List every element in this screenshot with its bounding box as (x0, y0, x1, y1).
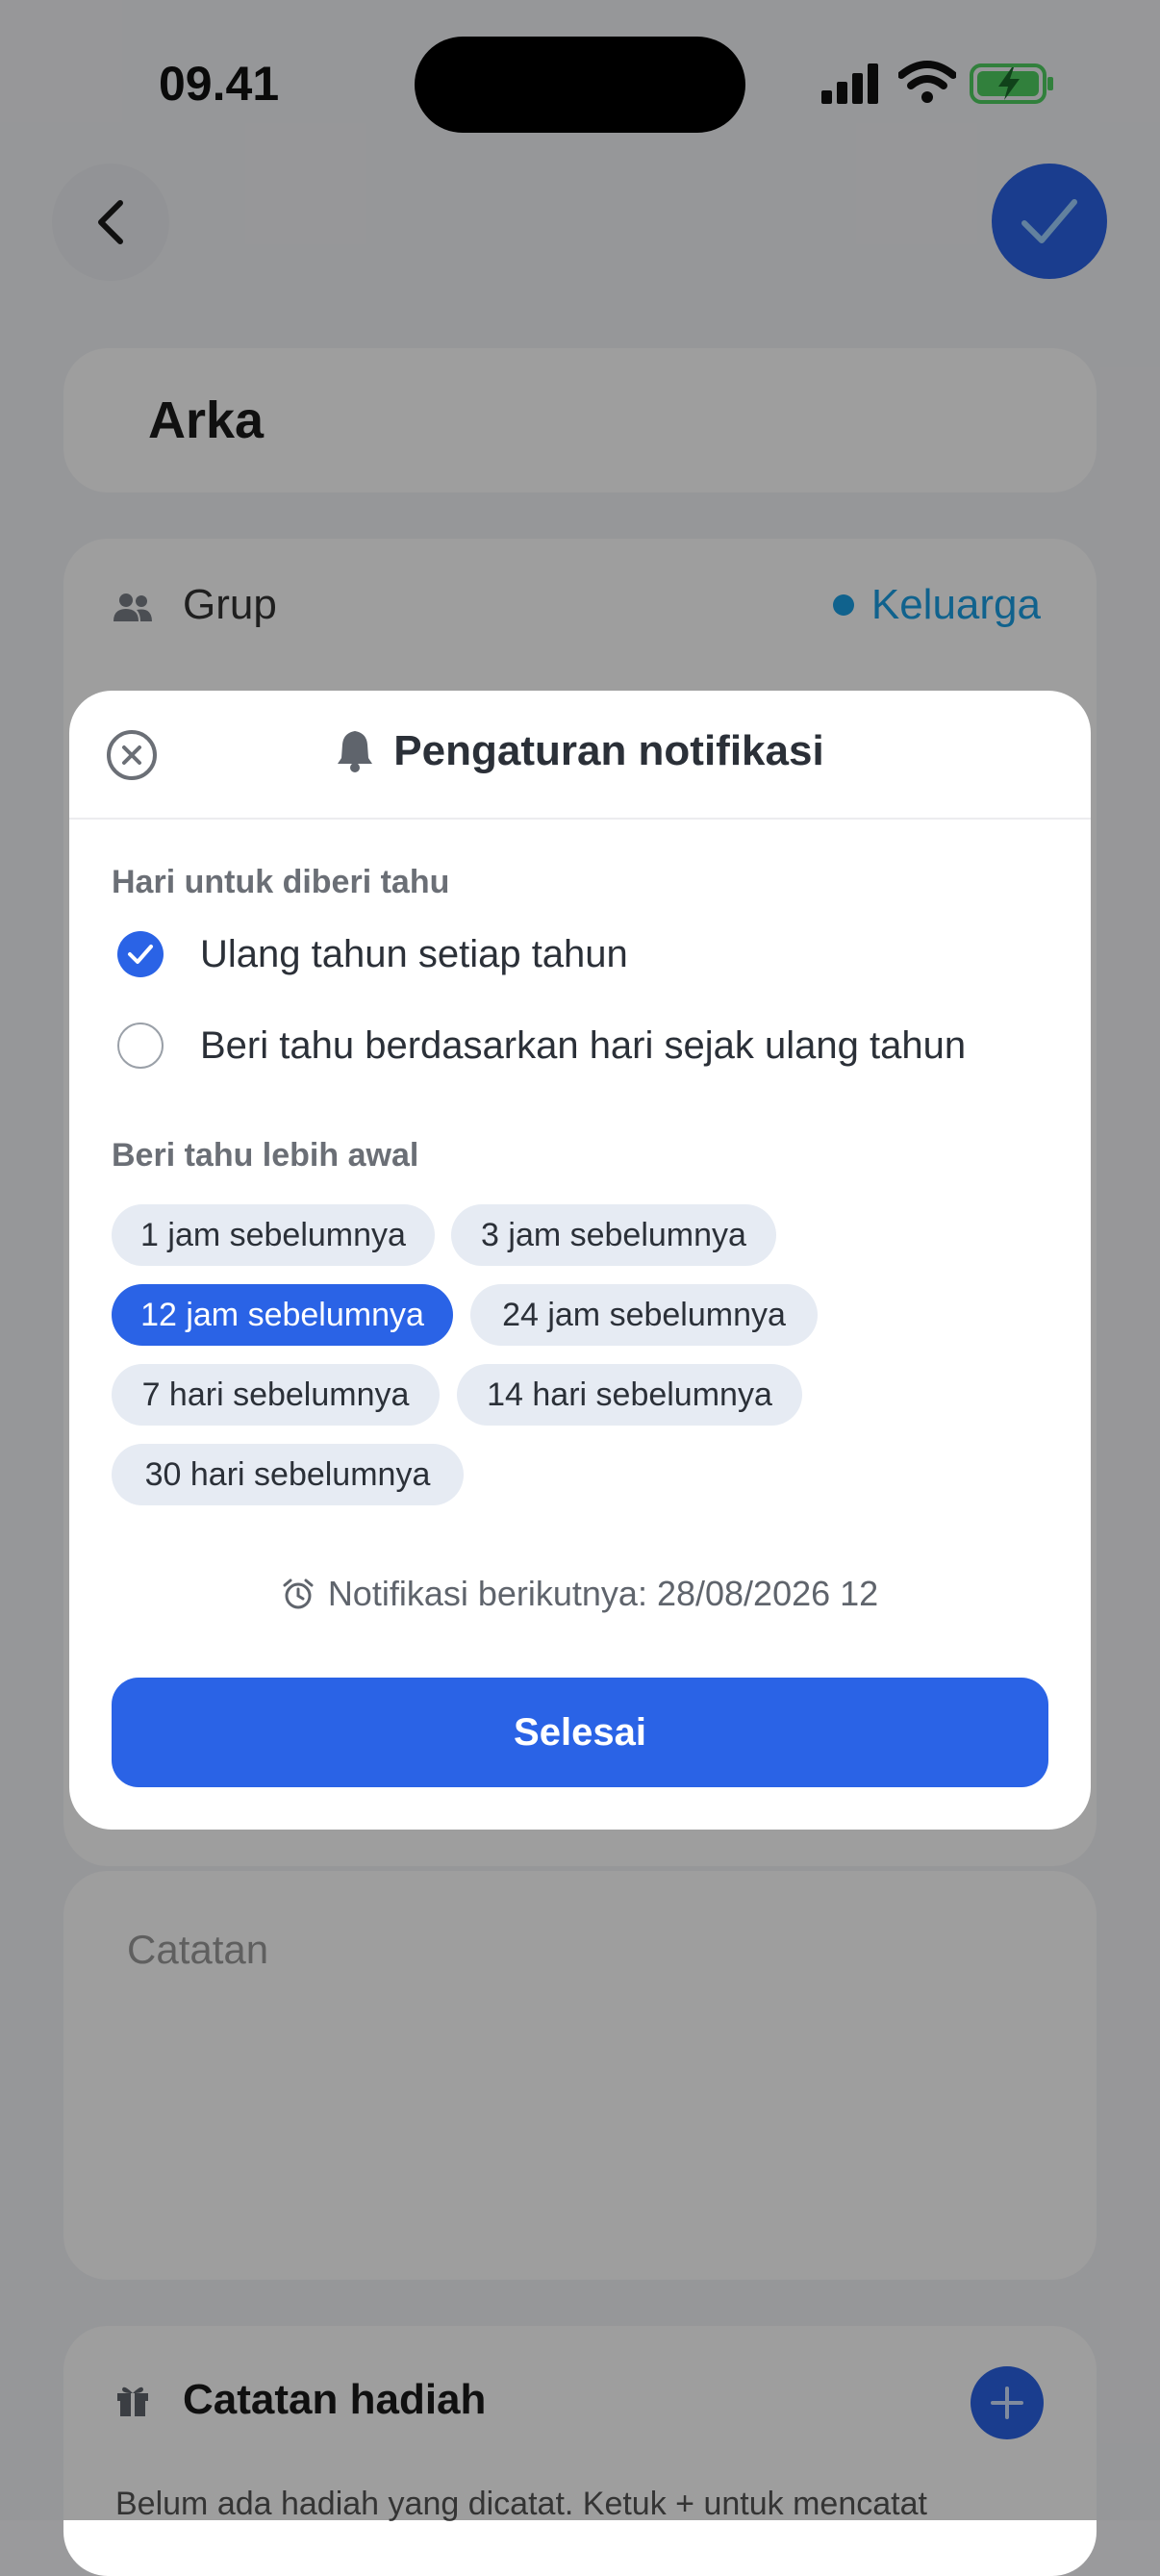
day-option-label: Ulang tahun setiap tahun (200, 932, 628, 975)
done-button[interactable]: Selesai (112, 1678, 1048, 1787)
radio-unchecked-icon[interactable] (117, 1023, 164, 1069)
next-notification: Notifikasi berikutnya: 28/08/2026 12 (69, 1574, 1091, 1614)
chip-30-days[interactable]: 30 hari sebelumnya (112, 1444, 464, 1505)
chip-24-hours[interactable]: 24 jam sebelumnya (470, 1284, 818, 1346)
radio-checked-icon[interactable] (117, 931, 164, 977)
alarm-icon (283, 1578, 314, 1609)
day-option-yearly[interactable]: Ulang tahun setiap tahun (117, 931, 628, 977)
chip-12-hours[interactable]: 12 jam sebelumnya (112, 1284, 453, 1346)
day-option-since-birthday[interactable]: Beri tahu berdasarkan hari sejak ulang t… (117, 1023, 966, 1069)
chip-7-days[interactable]: 7 hari sebelumnya (112, 1364, 440, 1426)
next-notification-text: Notifikasi berikutnya: 28/08/2026 12 (327, 1574, 879, 1613)
check-icon (128, 945, 153, 964)
notification-settings-modal: Pengaturan notifikasi Hari untuk diberi … (69, 691, 1091, 1830)
early-section-label: Beri tahu lebih awal (112, 1137, 419, 1174)
day-section-label: Hari untuk diberi tahu (112, 864, 450, 900)
day-option-label: Beri tahu berdasarkan hari sejak ulang t… (200, 1023, 967, 1067)
modal-title-text: Pengaturan notifikasi (393, 727, 824, 774)
modal-title: Pengaturan notifikasi (69, 727, 1091, 775)
chip-14-days[interactable]: 14 hari sebelumnya (457, 1364, 802, 1426)
bell-icon (338, 731, 373, 772)
modal-header: Pengaturan notifikasi (69, 691, 1091, 820)
chip-3-hours[interactable]: 3 jam sebelumnya (451, 1204, 776, 1266)
chip-1-hour[interactable]: 1 jam sebelumnya (112, 1204, 435, 1266)
